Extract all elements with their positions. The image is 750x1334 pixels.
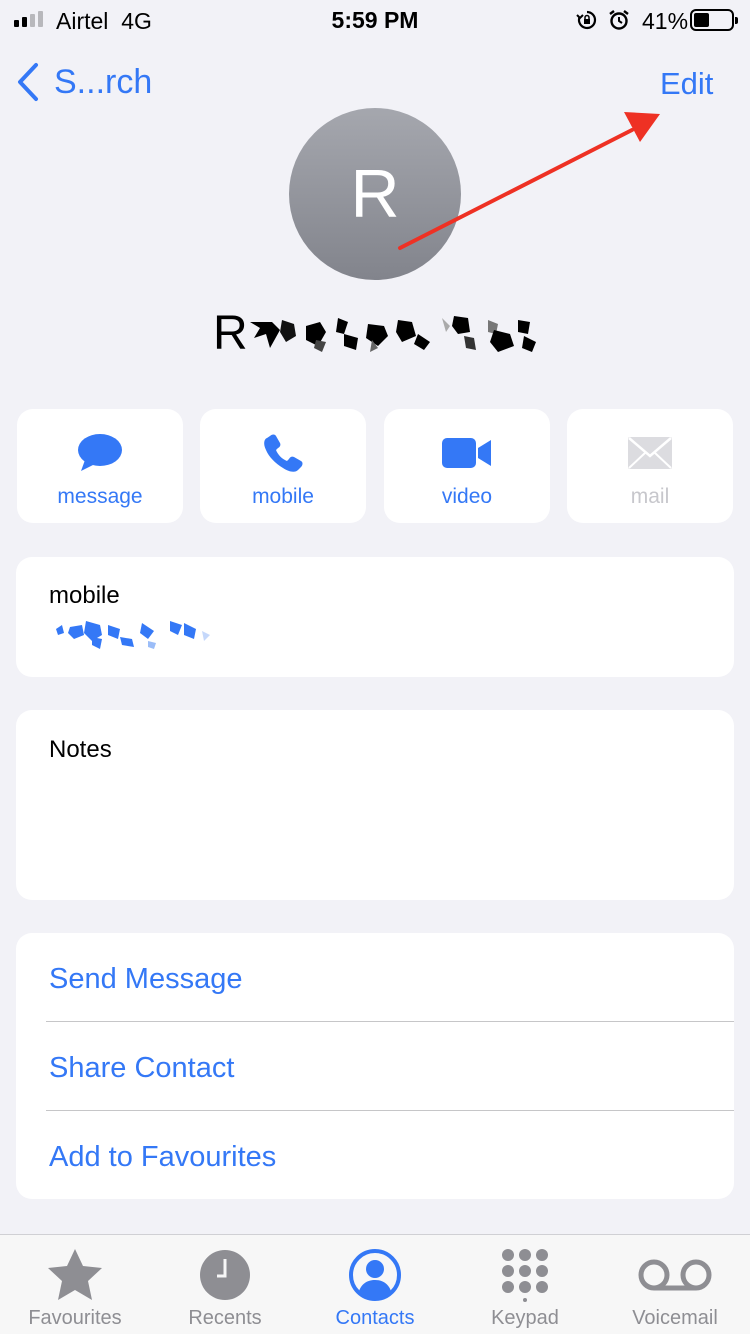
tab-recents[interactable]: Recents [150,1235,300,1334]
notes-label: Notes [49,736,112,763]
message-action-button[interactable]: message [17,409,183,523]
send-message-option[interactable]: Send Message [49,963,242,996]
message-action-label: message [57,485,143,508]
phone-number-card[interactable]: mobile [16,557,734,677]
keypad-icon [502,1249,548,1302]
divider [46,1021,734,1022]
options-card: Send Message Share Contact Add to Favour… [16,933,734,1199]
redacted-phone-scribble [56,621,210,649]
divider [46,1110,734,1111]
annotation-arrow [398,112,660,250]
tab-contacts-label: Contacts [335,1307,415,1329]
tab-favourites-label: Favourites [28,1307,122,1329]
mail-action-label: mail [630,485,670,508]
clock-icon [200,1250,250,1300]
tab-voicemail-label: Voicemail [632,1307,718,1329]
notes-card[interactable]: Notes [16,710,734,900]
tab-favourites[interactable]: Favourites [0,1235,150,1334]
tab-keypad-label: Keypad [491,1307,559,1329]
tab-recents-label: Recents [188,1307,262,1329]
share-contact-option[interactable]: Share Contact [49,1052,234,1085]
video-action-label: video [441,485,493,508]
video-camera-icon [442,438,491,468]
mobile-action-label: mobile [252,485,314,508]
message-bubble-icon [78,434,122,471]
tab-bar: Favourites Recents Contacts Keypad Voice… [0,1234,750,1334]
tab-voicemail[interactable]: Voicemail [600,1235,750,1334]
add-to-favourites-option[interactable]: Add to Favourites [49,1141,276,1174]
phone-label: mobile [49,582,120,609]
voicemail-icon [638,1259,712,1291]
mail-action-button[interactable]: mail [567,409,733,523]
person-circle-icon [349,1249,401,1301]
tab-keypad[interactable]: Keypad [450,1235,600,1334]
envelope-icon [628,437,672,469]
redacted-name-scribble [250,316,536,352]
phone-icon [264,434,303,472]
tab-contacts[interactable]: Contacts [300,1235,450,1334]
mobile-action-button[interactable]: mobile [200,409,366,523]
star-icon [48,1249,102,1300]
video-action-button[interactable]: video [384,409,550,523]
